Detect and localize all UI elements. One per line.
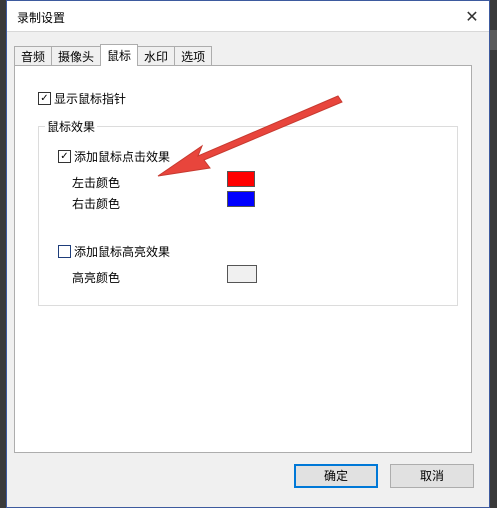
highlight-effect-checkbox[interactable]: [58, 245, 71, 258]
show-pointer-checkbox[interactable]: ✓: [38, 92, 51, 105]
cancel-button[interactable]: 取消: [390, 464, 474, 488]
click-effect-checkbox[interactable]: ✓: [58, 150, 71, 163]
tab-camera[interactable]: 摄像头: [51, 46, 102, 66]
tab-mouse[interactable]: 鼠标: [100, 44, 139, 66]
highlight-effect-label: 添加鼠标高亮效果: [74, 245, 171, 259]
background-app-panel: [489, 30, 497, 50]
right-click-color-label: 右击颜色: [72, 197, 121, 211]
ok-button[interactable]: 确定: [294, 464, 378, 488]
tab-watermark[interactable]: 水印: [137, 46, 176, 66]
right-click-color-swatch[interactable]: [227, 191, 255, 207]
highlight-effect-option[interactable]: 添加鼠标高亮效果: [58, 243, 170, 260]
title-bar: 录制设置 ✕: [7, 1, 489, 32]
tab-options[interactable]: 选项: [174, 46, 213, 66]
background-app-right: [489, 0, 497, 508]
click-effect-label: 添加鼠标点击效果: [74, 150, 171, 164]
show-pointer-option[interactable]: ✓ 显示鼠标指针: [38, 90, 126, 107]
show-pointer-label: 显示鼠标指针: [54, 92, 127, 106]
click-effect-option[interactable]: ✓ 添加鼠标点击效果: [58, 148, 170, 165]
close-icon: ✕: [465, 6, 479, 26]
left-click-color-label: 左击颜色: [72, 176, 121, 190]
tab-audio[interactable]: 音频: [14, 46, 53, 66]
highlight-color-swatch[interactable]: [227, 265, 257, 283]
mouse-effects-group-title: 鼠标效果: [45, 118, 98, 135]
left-click-color-swatch[interactable]: [227, 171, 255, 187]
highlight-color-label: 高亮颜色: [72, 271, 121, 285]
dialog-title: 录制设置: [17, 11, 66, 25]
close-button[interactable]: ✕: [461, 6, 483, 26]
tab-strip: 音频 摄像头 鼠标 水印 选项: [14, 44, 213, 66]
